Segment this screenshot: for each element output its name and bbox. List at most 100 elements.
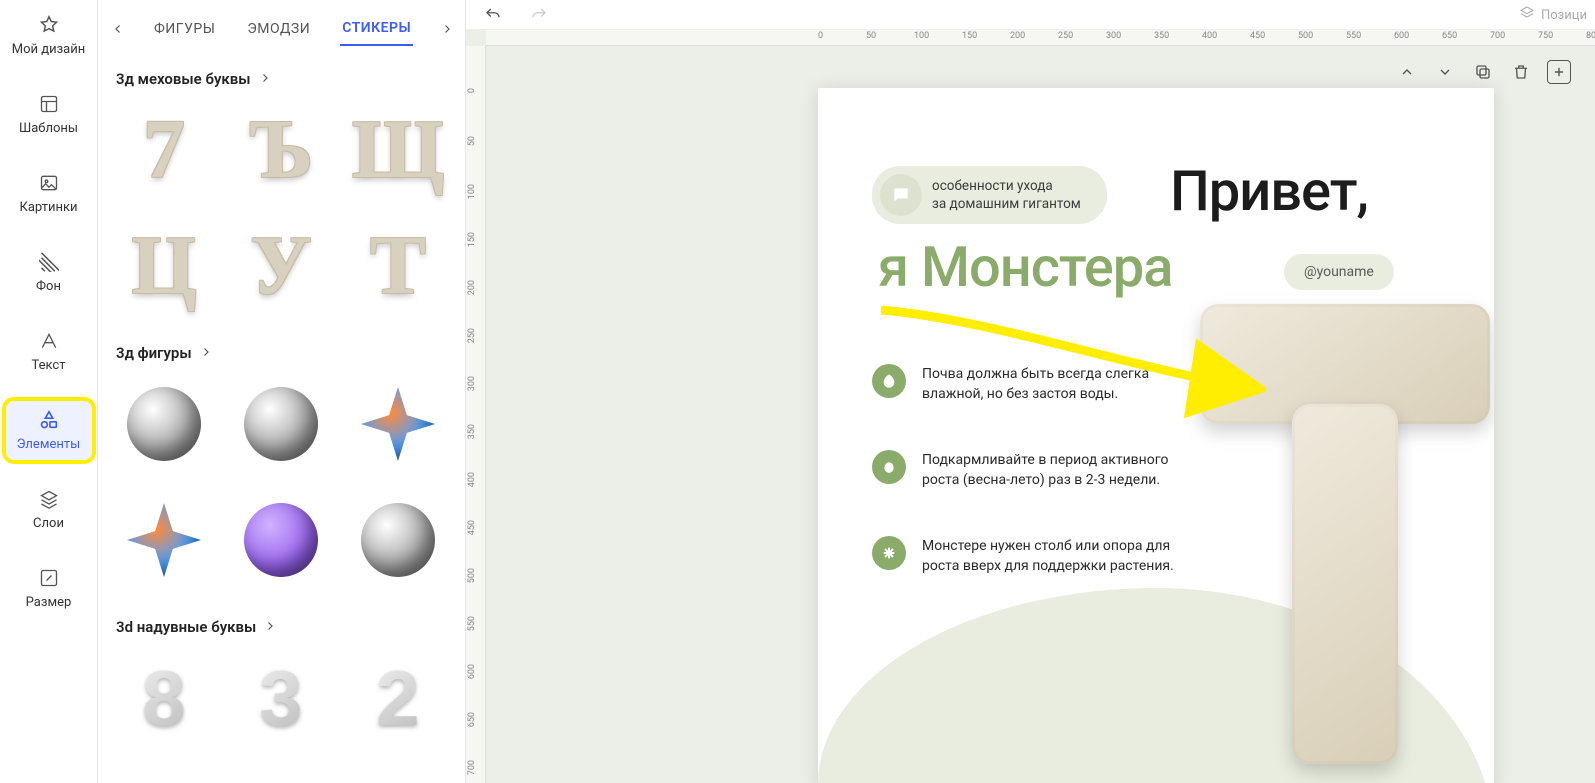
position-button[interactable]: Позици bbox=[1519, 5, 1587, 25]
horizontal-ruler: 0501001502002503003504004505005506006507… bbox=[486, 30, 1595, 46]
duplicate-button[interactable] bbox=[1471, 60, 1495, 84]
nav-label: Текст bbox=[31, 358, 65, 373]
ruler-tick: 500 bbox=[467, 568, 477, 583]
fur-letter-item[interactable]: Т bbox=[350, 218, 446, 314]
balloon-grid: 8 3 2 bbox=[116, 650, 447, 746]
chevron-right-icon bbox=[200, 344, 212, 362]
fur-letter-grid: 7 Ъ Щ Ц У Т bbox=[116, 102, 447, 314]
delete-button[interactable] bbox=[1509, 60, 1533, 84]
design-title-2[interactable]: я Монстера bbox=[878, 234, 1172, 300]
redo-button[interactable] bbox=[528, 4, 550, 26]
tag-chip[interactable]: особенности ухода за домашним гигантом bbox=[872, 166, 1107, 224]
balloon-letter-item[interactable]: 8 bbox=[116, 650, 212, 746]
ruler-tick: 700 bbox=[467, 760, 477, 775]
ruler-tick: 200 bbox=[1010, 31, 1025, 41]
nav-label: Шаблоны bbox=[19, 121, 78, 136]
ruler-tick: 800 bbox=[1586, 31, 1595, 41]
templates-icon bbox=[38, 93, 60, 115]
undo-button[interactable] bbox=[482, 4, 504, 26]
bullet-1[interactable]: Почва должна быть всегда слегка влажной,… bbox=[872, 364, 1182, 405]
shape-item[interactable] bbox=[233, 376, 329, 472]
nav-elements[interactable]: Элементы bbox=[6, 401, 92, 460]
layers-icon bbox=[38, 488, 60, 510]
tab-emoji[interactable]: ЭМОДЗИ bbox=[245, 13, 312, 45]
shape-item[interactable] bbox=[233, 492, 329, 588]
leaf-icon bbox=[872, 450, 906, 484]
balloon-letter-item[interactable]: 2 bbox=[350, 650, 446, 746]
fur-letter-t-placed[interactable] bbox=[1190, 304, 1494, 783]
move-down-button[interactable] bbox=[1433, 60, 1457, 84]
chat-icon bbox=[880, 174, 922, 216]
nav-label: Элементы bbox=[17, 437, 80, 452]
editor-area: Позици 050100150200250300350400450500550… bbox=[466, 0, 1595, 783]
balloon-letter-item[interactable]: 3 bbox=[233, 650, 329, 746]
chevron-right-icon bbox=[259, 70, 271, 88]
section-balloon-letters[interactable]: 3d надувные буквы bbox=[116, 618, 447, 636]
ruler-tick: 450 bbox=[467, 520, 477, 535]
section-3d-shapes[interactable]: 3д фигуры bbox=[116, 344, 447, 362]
section-fur-letters[interactable]: 3д меховые буквы bbox=[116, 70, 447, 88]
add-page-button[interactable] bbox=[1547, 60, 1571, 84]
canvas-viewport[interactable]: 0501001502002503003504004505005506006507… bbox=[466, 30, 1595, 783]
ruler-tick: 650 bbox=[467, 712, 477, 727]
nav-text[interactable]: Текст bbox=[6, 322, 92, 381]
tab-shapes[interactable]: ФИГУРЫ bbox=[152, 13, 217, 45]
fur-letter-item[interactable]: Ц bbox=[116, 218, 212, 314]
ruler-tick: 350 bbox=[1154, 31, 1169, 41]
ruler-tick: 750 bbox=[1538, 31, 1553, 41]
fur-letter-item[interactable]: Ъ bbox=[233, 102, 329, 198]
chevron-right-icon bbox=[264, 618, 276, 636]
ruler-tick: 400 bbox=[1202, 31, 1217, 41]
image-icon bbox=[38, 172, 60, 194]
nav-images[interactable]: Картинки bbox=[6, 164, 92, 223]
nav-background[interactable]: Фон bbox=[6, 243, 92, 302]
bullet-3[interactable]: Монстере нужен столб или опора для роста… bbox=[872, 536, 1182, 577]
hatch-icon bbox=[38, 251, 60, 273]
shape-item[interactable] bbox=[350, 376, 446, 472]
tabs-next[interactable] bbox=[441, 20, 453, 38]
nav-label: Слои bbox=[33, 516, 64, 531]
leaf-icon bbox=[872, 364, 906, 398]
ruler-tick: 250 bbox=[467, 328, 477, 343]
ruler-tick: 150 bbox=[467, 232, 477, 247]
tab-stickers[interactable]: СТИКЕРЫ bbox=[340, 12, 413, 46]
fur-letter-item[interactable]: 7 bbox=[116, 102, 212, 198]
nav-mydesign[interactable]: Мой дизайн bbox=[6, 6, 92, 65]
shape-item[interactable] bbox=[350, 492, 446, 588]
fur-letter-item[interactable]: У bbox=[233, 218, 329, 314]
ruler-tick: 100 bbox=[467, 184, 477, 199]
tabs-prev[interactable] bbox=[112, 20, 124, 38]
bullet-2[interactable]: Подкармливайте в период активного роста … bbox=[872, 450, 1182, 491]
design-title-1[interactable]: Привет, bbox=[1170, 158, 1368, 224]
section-title: 3д меховые буквы bbox=[116, 70, 251, 88]
artboard[interactable]: особенности ухода за домашним гигантом П… bbox=[818, 88, 1494, 783]
tag-text: особенности ухода за домашним гигантом bbox=[932, 177, 1081, 213]
vertical-ruler: 0501001502002503003504004505005506006507… bbox=[466, 46, 486, 783]
fur-letter-item[interactable]: Щ bbox=[350, 102, 446, 198]
nav-label: Картинки bbox=[20, 200, 78, 215]
layers-icon bbox=[1519, 5, 1535, 25]
section-title: 3д фигуры bbox=[116, 344, 192, 362]
ruler-tick: 700 bbox=[1490, 31, 1505, 41]
ruler-tick: 50 bbox=[866, 31, 876, 41]
username-pill[interactable]: @youname bbox=[1284, 254, 1394, 290]
ruler-tick: 300 bbox=[1106, 31, 1121, 41]
ruler-tick: 50 bbox=[467, 136, 477, 146]
panel-body[interactable]: 3д меховые буквы 7 Ъ Щ Ц У Т 3д фигуры bbox=[98, 46, 465, 783]
ruler-tick: 600 bbox=[1394, 31, 1409, 41]
top-toolbar: Позици bbox=[466, 0, 1595, 30]
shape-item[interactable] bbox=[116, 376, 212, 472]
nav-templates[interactable]: Шаблоны bbox=[6, 85, 92, 144]
nav-size[interactable]: Размер bbox=[6, 559, 92, 618]
ruler-tick: 100 bbox=[914, 31, 929, 41]
move-up-button[interactable] bbox=[1395, 60, 1419, 84]
ruler-tick: 200 bbox=[467, 280, 477, 295]
panel-tabs: ФИГУРЫ ЭМОДЗИ СТИКЕРЫ bbox=[98, 0, 465, 46]
left-nav: Мой дизайн Шаблоны Картинки Фон Текст Эл… bbox=[0, 0, 98, 783]
star-icon bbox=[38, 14, 60, 36]
ruler-tick: 500 bbox=[1298, 31, 1313, 41]
shape-item[interactable] bbox=[116, 492, 212, 588]
ruler-tick: 450 bbox=[1250, 31, 1265, 41]
nav-layers[interactable]: Слои bbox=[6, 480, 92, 539]
ruler-tick: 350 bbox=[467, 424, 477, 439]
